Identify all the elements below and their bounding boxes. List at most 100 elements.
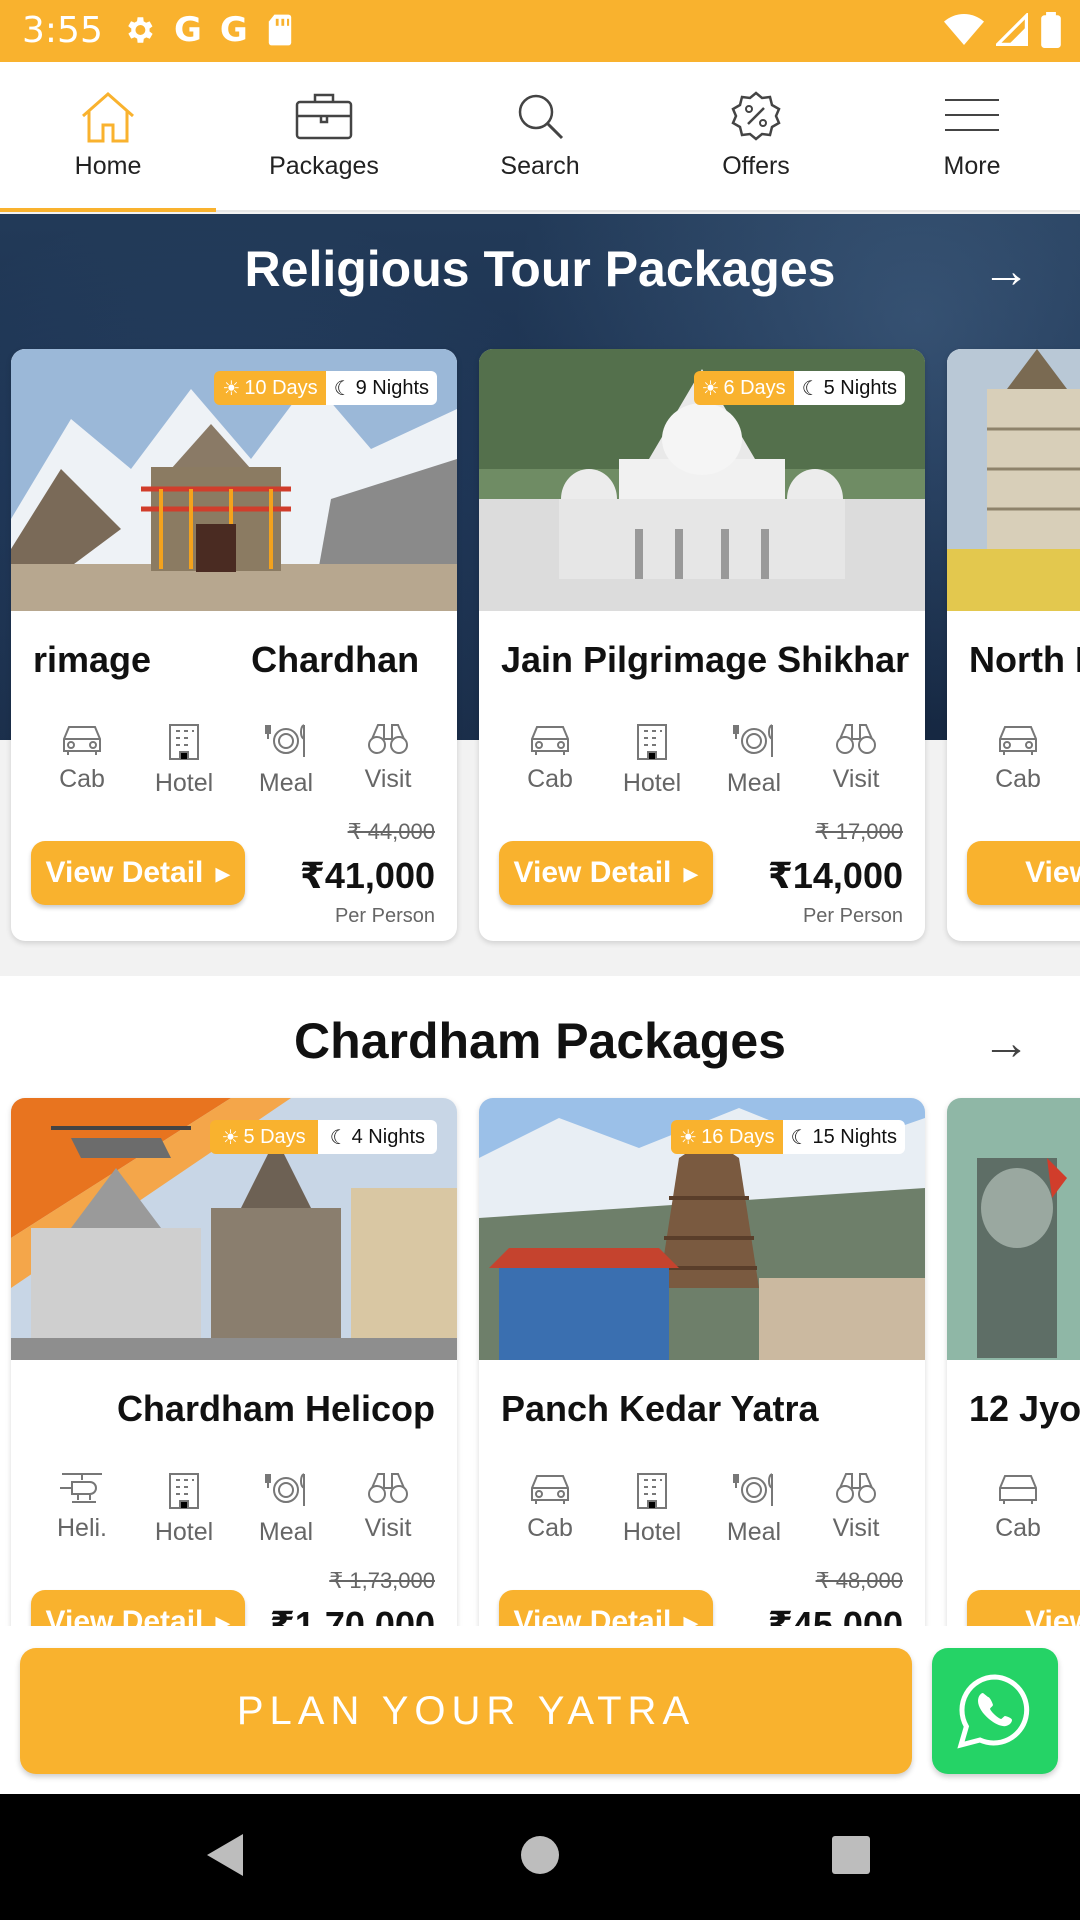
duration-badge: ☀ 6 Days ☾ 5 Nights xyxy=(693,371,905,405)
home-icon xyxy=(82,92,134,143)
helicopter-icon xyxy=(60,1473,102,1503)
view-detail-button[interactable]: View D xyxy=(967,841,1080,905)
per-person-label: Per Person xyxy=(802,905,903,927)
recents-icon[interactable] xyxy=(830,1832,872,1878)
feature-hotel: Hotel xyxy=(133,1470,235,1547)
days-label: 5 Days xyxy=(243,1125,306,1148)
feature-meal: Meal xyxy=(235,721,337,798)
duration-badge: ☀ 16 Days ☾ 15 Nights xyxy=(671,1120,905,1154)
nav-search[interactable]: Search xyxy=(432,62,648,210)
religious-see-all-arrow[interactable]: → xyxy=(982,244,1030,299)
feature-cab: Cab xyxy=(499,1470,601,1547)
original-price: ₹ 17,000 xyxy=(815,819,903,844)
feature-visit: Visit xyxy=(805,1470,907,1547)
feature-cab: Cab xyxy=(31,721,133,798)
binoculars-icon xyxy=(836,1473,876,1503)
package-price: ₹41,000 xyxy=(299,855,435,896)
whatsapp-button[interactable] xyxy=(932,1648,1058,1774)
nights-label: 9 Nights xyxy=(355,376,429,399)
status-time: 3:55 xyxy=(22,10,103,51)
whatsapp-icon xyxy=(957,1674,1030,1749)
meal-icon xyxy=(265,1473,305,1506)
sd-card-icon xyxy=(268,14,292,46)
chardham-see-all-arrow[interactable]: → xyxy=(982,1016,1030,1071)
package-title: rimage Chardhan xyxy=(33,639,420,680)
duration-badge: ☀ 5 Days ☾ 4 Nights xyxy=(209,1120,437,1154)
feature-list: Cab Hotel Meal Visit xyxy=(31,721,439,798)
package-card[interactable]: ☀ 16 Days ☾ 15 Nights Panch Kedar Yatra Ca… xyxy=(479,1098,925,1690)
moon-icon: ☾ xyxy=(333,377,352,400)
feature-list: Cab Hotel Meal Visit xyxy=(499,1470,907,1547)
section-title-religious: Religious Tour Packages xyxy=(244,241,836,297)
menu-icon xyxy=(945,99,999,131)
nav-label: Search xyxy=(500,152,580,180)
feature-cab: Cab xyxy=(499,721,601,798)
sun-icon: ☀ xyxy=(221,1126,240,1149)
feature-hotel: Hotel xyxy=(601,721,703,798)
feature-meal: Meal xyxy=(703,1470,805,1547)
view-detail-button[interactable]: View Detail ▸ xyxy=(499,841,713,905)
back-icon[interactable] xyxy=(205,1832,245,1878)
package-image: ☀ 16 Days ☾ 15 Nights xyxy=(479,1098,925,1360)
hotel-icon xyxy=(169,724,199,760)
nights-label: 4 Nights xyxy=(351,1125,425,1148)
plan-your-yatra-button[interactable]: PLAN YOUR YATRA xyxy=(20,1648,912,1774)
feature-meal: Meal xyxy=(703,721,805,798)
moon-icon: ☾ xyxy=(790,1126,809,1149)
offer-icon xyxy=(731,91,781,141)
duration-badge: ☀ 10 Days ☾ 9 Nights xyxy=(214,371,437,405)
package-image: ☀ 6 Days ☾ 5 Nights xyxy=(479,349,925,611)
car-icon xyxy=(63,726,101,755)
feature-hotel: H xyxy=(1069,721,1080,798)
home-circle-icon[interactable] xyxy=(520,1832,560,1878)
top-nav: Home Packages Search Offers More xyxy=(0,62,1080,212)
feature-visit: Visit xyxy=(337,721,439,798)
briefcase-icon xyxy=(295,93,353,140)
package-card[interactable]: 12 Jyot Cab H View D xyxy=(947,1098,1080,1690)
feature-visit: Visit xyxy=(805,721,907,798)
original-price: ₹ 1,73,000 xyxy=(329,1568,435,1593)
caret-right-icon: ▸ xyxy=(683,856,699,890)
feature-list: Cab Hotel Meal Visit xyxy=(499,721,907,798)
nav-more[interactable]: More xyxy=(864,62,1080,210)
view-detail-button[interactable]: View Detail ▸ xyxy=(31,841,245,905)
moon-icon: ☾ xyxy=(801,377,820,400)
google-icon: G xyxy=(174,10,202,50)
nav-packages[interactable]: Packages xyxy=(216,62,432,210)
days-label: 6 Days xyxy=(723,376,786,399)
package-card[interactable]: ☀ 6 Days ☾ 5 Nights Jain Pilgrimage Shikha… xyxy=(479,349,925,941)
nights-label: 5 Nights xyxy=(823,376,897,399)
nav-label: More xyxy=(943,152,1001,180)
feature-visit: Visit xyxy=(337,1470,439,1547)
moon-icon: ☾ xyxy=(329,1126,348,1149)
package-card[interactable]: ☀ 5 Days ☾ 4 Nights Chardham Helicop Heli.… xyxy=(11,1098,457,1690)
binoculars-icon xyxy=(368,1473,408,1503)
search-icon xyxy=(518,94,564,140)
package-card[interactable]: ☀ 10 Days ☾ 9 Nights rimage Chardhan Cab H… xyxy=(11,349,457,941)
package-card[interactable]: North I Cab H View D xyxy=(947,349,1080,941)
feature-hotel: H xyxy=(1069,1470,1080,1547)
package-image xyxy=(947,349,1080,611)
feature-list: Cab H xyxy=(967,1470,1080,1547)
meal-icon xyxy=(265,724,305,757)
hotel-icon xyxy=(169,1473,199,1509)
meal-icon xyxy=(733,1473,773,1506)
sun-icon: ☀ xyxy=(222,377,241,400)
bottom-cta-bar: PLAN YOUR YATRA xyxy=(0,1626,1080,1794)
signal-icon xyxy=(996,13,1028,46)
feature-heli: Heli. xyxy=(31,1470,133,1547)
nav-offers[interactable]: Offers xyxy=(648,62,864,210)
nav-home[interactable]: Home xyxy=(0,62,216,212)
status-bar: 3:55 G G xyxy=(0,0,1080,62)
system-nav-bar xyxy=(0,1794,1080,1920)
feature-hotel: Hotel xyxy=(601,1470,703,1547)
app-root: 3:55 G G Home Packages Search Offers Mor… xyxy=(0,0,1080,1920)
nav-label: Packages xyxy=(269,152,379,180)
battery-icon xyxy=(1041,12,1061,48)
car-icon xyxy=(531,1475,569,1504)
package-image: ☀ 10 Days ☾ 9 Nights xyxy=(11,349,457,611)
original-price: ₹ 44,000 xyxy=(347,819,435,844)
package-image: ☀ 5 Days ☾ 4 Nights xyxy=(11,1098,457,1360)
package-title: Chardham Helicop xyxy=(116,1388,435,1429)
sun-icon: ☀ xyxy=(679,1126,698,1149)
